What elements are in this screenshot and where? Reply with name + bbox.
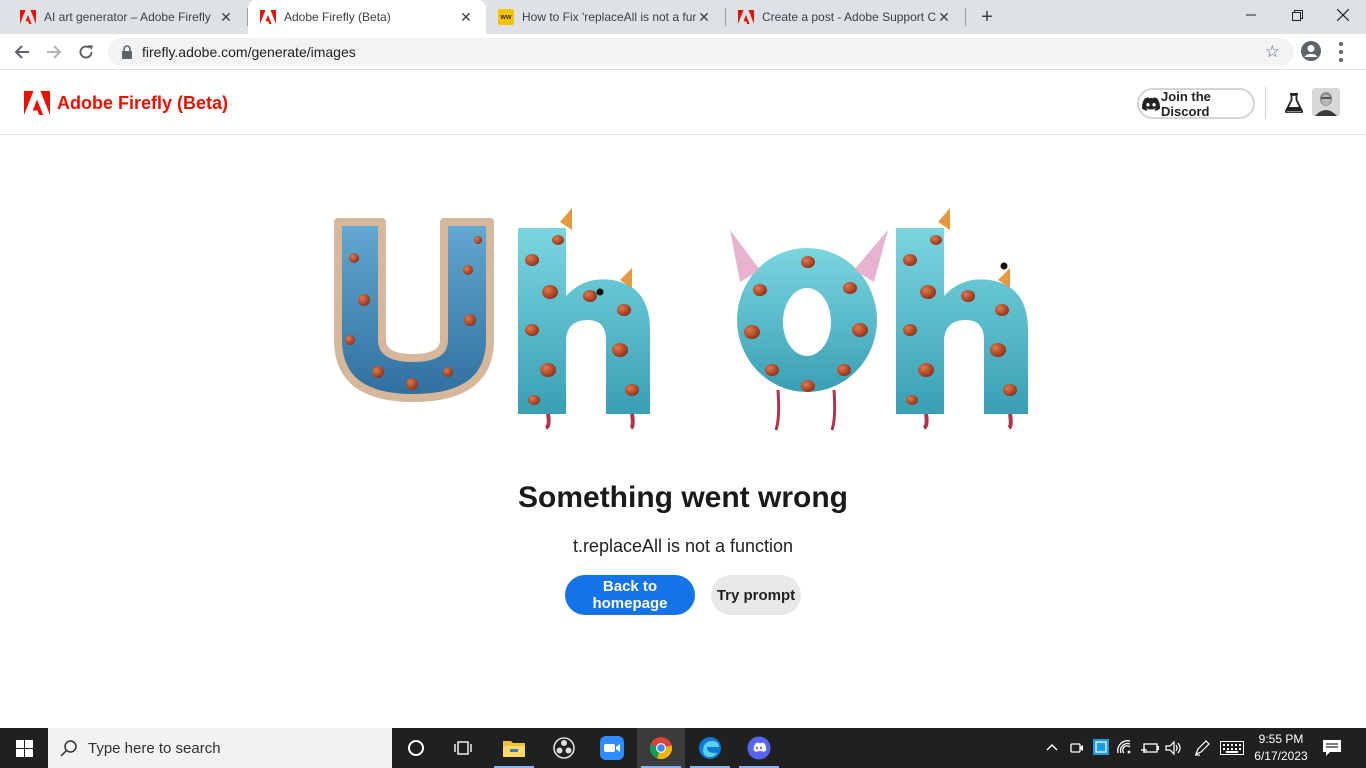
tab-adobe-firefly[interactable]: Adobe Firefly (Beta) ✕ xyxy=(248,0,486,34)
reload-button[interactable] xyxy=(74,40,98,64)
wifi-icon[interactable] xyxy=(1117,740,1133,756)
keyboard-icon[interactable] xyxy=(1220,741,1244,755)
edge-button[interactable] xyxy=(686,728,734,768)
close-icon[interactable]: ✕ xyxy=(458,9,474,25)
close-window-button[interactable] xyxy=(1320,0,1366,30)
browser-tab-strip: AI art generator – Adobe Firefly ✕ Adobe… xyxy=(0,0,1366,34)
tab-create-post[interactable]: Create a post - Adobe Support C ✕ xyxy=(726,0,964,34)
user-avatar[interactable] xyxy=(1312,88,1340,116)
minimize-icon xyxy=(1246,14,1256,16)
browser-menu-icon[interactable] xyxy=(1338,42,1344,62)
clock-time: 9:55 PM xyxy=(1258,732,1304,746)
zoom-button[interactable] xyxy=(588,728,636,768)
adobe-icon xyxy=(260,10,276,24)
url-text: firefly.adobe.com/generate/images xyxy=(142,44,356,60)
notification-center-icon[interactable] xyxy=(1322,738,1342,758)
tab-replaceall-fix[interactable]: ww How to Fix 'replaceAll is not a fun ✕ xyxy=(486,0,724,34)
search-placeholder: Type here to search xyxy=(88,739,221,757)
error-message: t.replaceAll is not a function xyxy=(572,536,794,556)
windows-taskbar: Type here to search 9:55 PM 6/17/2023 xyxy=(0,728,1366,768)
profile-icon[interactable] xyxy=(1300,40,1322,62)
app-title[interactable]: Adobe Firefly (Beta) xyxy=(57,93,228,114)
tab-separator xyxy=(965,8,966,26)
arrow-left-icon xyxy=(14,45,29,59)
browser-toolbar: firefly.adobe.com/generate/images ☆ xyxy=(0,34,1366,70)
edge-icon xyxy=(699,737,721,759)
close-icon[interactable]: ✕ xyxy=(936,9,952,25)
lock-icon xyxy=(122,45,132,59)
beta-flask-icon[interactable] xyxy=(1285,93,1303,113)
reload-icon xyxy=(79,45,93,59)
search-icon xyxy=(60,740,77,757)
join-discord-button[interactable]: Join the Discord xyxy=(1137,88,1255,119)
tab-ai-art-generator[interactable]: AI art generator – Adobe Firefly ✕ xyxy=(8,0,246,34)
restore-button[interactable] xyxy=(1274,0,1320,30)
tab-title: Adobe Firefly (Beta) xyxy=(284,10,391,24)
volume-icon[interactable] xyxy=(1165,740,1183,756)
new-tab-button[interactable]: + xyxy=(976,6,998,28)
tab-title: AI art generator – Adobe Firefly xyxy=(44,10,211,24)
avatar-image xyxy=(1312,88,1340,116)
taskbar-search[interactable]: Type here to search xyxy=(48,728,392,768)
adobe-logo-icon[interactable] xyxy=(24,91,50,115)
discord-icon xyxy=(747,736,771,760)
chevron-up-icon[interactable] xyxy=(1046,742,1058,754)
firefly-header: Adobe Firefly (Beta) Join the Discord xyxy=(0,71,1366,135)
close-icon[interactable]: ✕ xyxy=(696,9,712,25)
system-clock[interactable]: 9:55 PM 6/17/2023 xyxy=(1250,731,1312,765)
obs-icon xyxy=(553,737,575,759)
address-bar[interactable]: firefly.adobe.com/generate/images ☆ xyxy=(108,38,1294,66)
minimize-button[interactable] xyxy=(1228,0,1274,30)
meet-now-icon[interactable] xyxy=(1070,740,1084,756)
file-explorer-button[interactable] xyxy=(490,728,538,768)
close-icon xyxy=(1337,9,1349,21)
adobe-icon xyxy=(20,10,36,24)
pen-icon[interactable] xyxy=(1194,740,1210,756)
bookmark-star-icon[interactable]: ☆ xyxy=(1265,42,1280,62)
zoom-icon xyxy=(600,736,624,760)
restore-icon xyxy=(1291,9,1303,21)
task-view-button[interactable] xyxy=(440,728,488,768)
tab-title: Create a post - Adobe Support C xyxy=(762,10,936,24)
start-button[interactable] xyxy=(0,728,48,768)
chrome-button[interactable] xyxy=(637,728,685,768)
chrome-icon xyxy=(649,737,673,760)
forward-button[interactable] xyxy=(42,40,66,64)
back-to-homepage-button[interactable]: Back to homepage xyxy=(565,575,695,615)
discord-taskbar-button[interactable] xyxy=(735,728,783,768)
folder-icon xyxy=(503,741,525,757)
tab-title: How to Fix 'replaceAll is not a fun xyxy=(522,10,696,24)
obs-button[interactable] xyxy=(540,728,588,768)
header-divider xyxy=(1265,87,1266,119)
discord-icon xyxy=(1142,96,1161,111)
try-prompt-button[interactable]: Try prompt xyxy=(711,575,801,615)
error-title: Something went wrong xyxy=(518,481,848,514)
battery-icon[interactable] xyxy=(1141,740,1159,756)
arrow-right-icon xyxy=(47,45,62,59)
discord-button-label: Join the Discord xyxy=(1161,88,1211,119)
task-view-icon xyxy=(454,741,472,755)
adobe-icon xyxy=(738,10,754,24)
back-button[interactable] xyxy=(10,40,34,64)
cortana-icon xyxy=(408,740,424,756)
ww-icon: ww xyxy=(498,9,514,25)
app-tray-icon[interactable] xyxy=(1093,739,1109,755)
close-icon[interactable]: ✕ xyxy=(218,9,234,25)
cortana-button[interactable] xyxy=(392,728,440,768)
clock-date: 6/17/2023 xyxy=(1254,749,1308,763)
uh-oh-illustration xyxy=(334,208,1028,431)
windows-logo-icon xyxy=(15,739,33,757)
